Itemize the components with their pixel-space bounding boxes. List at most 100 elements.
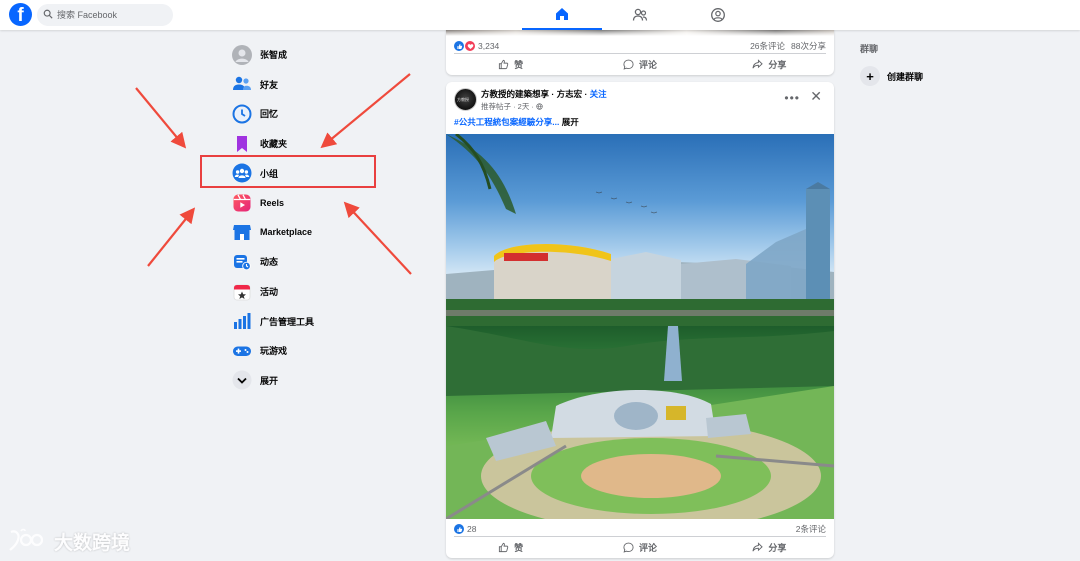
- sidebar-item-label: 展开: [260, 375, 279, 386]
- sidebar-item-reels[interactable]: Reels: [228, 188, 428, 218]
- left-sidebar: 张智成 好友 回忆 收藏夹 小组 Reels Marketplace 动态 活动…: [228, 40, 428, 395]
- sidebar-item-label: 玩游戏: [260, 346, 288, 357]
- post-actions: 赞 评论 分享: [446, 54, 834, 74]
- tab-friends[interactable]: [600, 0, 680, 30]
- share-button[interactable]: 分享: [705, 537, 834, 557]
- sidebar-item-see-more[interactable]: 展开: [228, 366, 428, 396]
- watermark: 大数跨境: [8, 525, 130, 557]
- tab-home[interactable]: [522, 0, 602, 30]
- share-arrow-icon: [752, 541, 764, 551]
- see-more-link[interactable]: 展开: [562, 117, 579, 127]
- store-icon: [232, 222, 252, 242]
- create-group-chat-label: 创建群聊: [887, 71, 924, 82]
- sidebar-item-saved[interactable]: 收藏夹: [228, 129, 428, 159]
- profile-icon: [711, 8, 725, 22]
- post-meta-text: 推荐帖子 · 2天 ·: [481, 102, 537, 111]
- ads-chart-icon: [232, 311, 252, 331]
- share-label: 分享: [768, 542, 787, 553]
- post-author: 方教授的建築想享 · 方志宏 · 关注: [481, 88, 607, 100]
- comment-count[interactable]: 26条评论: [750, 41, 785, 51]
- comment-button[interactable]: 评论: [575, 54, 704, 74]
- sidebar-item-label: Marketplace: [260, 227, 313, 238]
- building-rendering-illustration: [446, 134, 834, 326]
- sidebar-item-label: 活动: [260, 287, 279, 298]
- like-button[interactable]: 赞: [446, 54, 575, 74]
- clock-icon: [232, 104, 252, 124]
- like-label: 赞: [514, 59, 524, 70]
- sidebar-item-label: Reels: [260, 197, 285, 208]
- sidebar-item-profile[interactable]: 张智成: [228, 40, 428, 70]
- bookmark-icon: [232, 134, 252, 154]
- post-actions: 赞 评论 分享: [446, 537, 834, 557]
- groups-highlight-box: [200, 155, 376, 188]
- author-name[interactable]: 方教授的建築想享: [481, 89, 549, 99]
- search-placeholder: 搜索 Facebook: [57, 10, 118, 20]
- reaction-count[interactable]: 3,234: [478, 41, 499, 51]
- watermark-logo-icon: [9, 528, 44, 551]
- search-icon: [43, 9, 53, 19]
- comment-button[interactable]: 评论: [575, 537, 704, 557]
- arrow-top-left: [135, 87, 187, 149]
- tab-profile[interactable]: [678, 0, 758, 30]
- sidebar-item-label: 广告管理工具: [260, 316, 315, 327]
- comment-bubble-icon: [623, 59, 634, 70]
- reaction-count[interactable]: 28: [467, 524, 476, 534]
- thumbs-up-icon: [499, 59, 509, 69]
- sidebar-item-events[interactable]: 活动: [228, 277, 428, 307]
- page-avatar[interactable]: 方教授: [454, 88, 477, 111]
- home-icon: [556, 8, 568, 20]
- author-extra[interactable]: 方志宏: [557, 89, 583, 99]
- post-image-site-plan[interactable]: [446, 326, 834, 519]
- create-group-chat-button[interactable]: + 创建群聊: [860, 66, 923, 86]
- sidebar-item-gaming[interactable]: 玩游戏: [228, 336, 428, 366]
- comment-label: 评论: [638, 59, 657, 70]
- share-button[interactable]: 分享: [705, 54, 834, 74]
- search-input[interactable]: 搜索 Facebook: [37, 4, 173, 26]
- like-button[interactable]: 赞: [446, 537, 575, 557]
- share-count[interactable]: 88次分享: [791, 41, 826, 51]
- reels-icon: [232, 193, 252, 213]
- post-stats: 28 2条评论: [454, 522, 826, 536]
- masterplan-illustration: [446, 326, 834, 519]
- share-label: 分享: [768, 59, 787, 70]
- post-stats: 3,234 26条评论 88次分享: [454, 39, 826, 53]
- sidebar-item-label: 张智成: [260, 50, 288, 61]
- close-icon[interactable]: ✕: [810, 88, 822, 105]
- sidebar-item-label: 收藏夹: [260, 139, 288, 150]
- top-navigation-bar: f 搜索 Facebook: [0, 0, 1080, 30]
- contacts-column: 群聊 + 创建群聊: [860, 42, 1060, 86]
- hashtag-link[interactable]: #公共工程統包案經驗分享...: [454, 117, 559, 127]
- group-chats-heading: 群聊: [860, 44, 879, 54]
- like-reaction-icon: [454, 41, 464, 51]
- feed-icon: [232, 252, 252, 272]
- more-options-icon[interactable]: •••: [784, 91, 800, 105]
- post-header: 方教授 方教授的建築想享 · 方志宏 · 关注 推荐帖子 · 2天 · ••• …: [454, 88, 826, 114]
- comment-bubble-icon: [623, 542, 634, 553]
- facebook-logo-icon[interactable]: f: [9, 3, 32, 26]
- sidebar-item-memories[interactable]: 回忆: [228, 99, 428, 129]
- comment-label: 评论: [638, 542, 657, 553]
- sidebar-item-label: 回忆: [260, 109, 279, 120]
- sidebar-item-friends[interactable]: 好友: [228, 70, 428, 100]
- share-arrow-icon: [752, 58, 764, 68]
- follow-button[interactable]: 关注: [590, 89, 607, 99]
- chevron-down-icon: [232, 370, 252, 390]
- friends-icon: [632, 8, 648, 21]
- sidebar-item-marketplace[interactable]: Marketplace: [228, 218, 428, 248]
- feed-post: 方教授 方教授的建築想享 · 方志宏 · 关注 推荐帖子 · 2天 · ••• …: [446, 82, 834, 558]
- thumbs-up-icon: [499, 542, 509, 552]
- watermark-text: 大数跨境: [54, 532, 131, 554]
- sidebar-item-feeds[interactable]: 动态: [228, 247, 428, 277]
- like-label: 赞: [514, 542, 524, 553]
- sidebar-item-ads-manager[interactable]: 广告管理工具: [228, 306, 428, 336]
- love-reaction-icon: [465, 41, 475, 51]
- post-meta: 推荐帖子 · 2天 ·: [481, 101, 543, 112]
- friends-icon: [232, 74, 252, 94]
- sidebar-item-label: 好友: [260, 79, 279, 90]
- arrow-bottom-left: [147, 207, 196, 267]
- post-caption: #公共工程統包案經驗分享... 展开: [454, 116, 579, 128]
- post-image-aerial-building[interactable]: [446, 134, 834, 326]
- comment-count[interactable]: 2条评论: [796, 524, 826, 534]
- author-separator: ·: [549, 89, 557, 99]
- gamepad-icon: [232, 341, 252, 361]
